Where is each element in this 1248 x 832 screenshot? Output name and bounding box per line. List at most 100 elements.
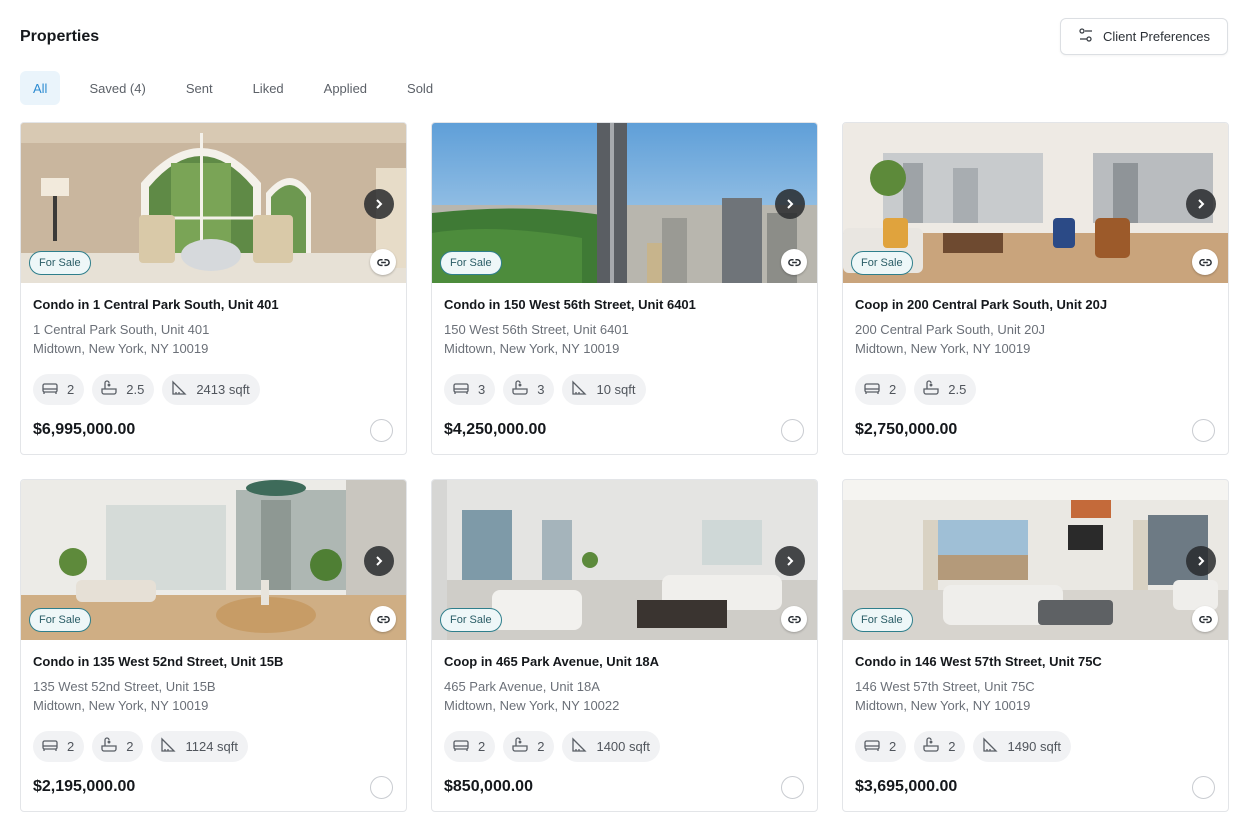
sqft-chip: 2413 sqft <box>162 374 260 405</box>
property-features: 2 2 1124 sqft <box>33 731 248 762</box>
sqft-value: 1124 sqft <box>185 739 238 754</box>
property-photo[interactable]: For Sale <box>432 123 817 283</box>
bath-icon <box>511 379 529 400</box>
bed-icon <box>863 736 881 757</box>
property-card[interactable]: For Sale Coop in 465 Park Avenue, Unit 1… <box>431 479 818 812</box>
property-neighborhood: Midtown, New York, NY 10019 <box>855 698 1031 713</box>
next-photo-button[interactable] <box>1186 546 1216 576</box>
next-photo-button[interactable] <box>364 189 394 219</box>
property-title[interactable]: Coop in 200 Central Park South, Unit 20J <box>855 297 1107 312</box>
copy-link-button[interactable] <box>781 606 807 632</box>
property-neighborhood: Midtown, New York, NY 10019 <box>33 698 209 713</box>
property-card[interactable]: For Sale Condo in 150 West 56th Street, … <box>431 122 818 455</box>
tab-all[interactable]: All <box>20 71 61 105</box>
sqft-value: 1490 sqft <box>1007 739 1061 754</box>
property-photo[interactable]: For Sale <box>432 480 817 640</box>
ruler-triangle-icon <box>170 379 188 400</box>
sliders-icon <box>1078 27 1094 46</box>
status-badge: For Sale <box>851 251 913 275</box>
bath-icon <box>922 736 940 757</box>
beds-value: 2 <box>67 382 75 397</box>
property-title[interactable]: Condo in 146 West 57th Street, Unit 75C <box>855 654 1102 669</box>
tab-liked[interactable]: Liked <box>240 71 297 105</box>
property-neighborhood: Midtown, New York, NY 10019 <box>855 341 1031 356</box>
status-badge: For Sale <box>440 251 502 275</box>
copy-link-button[interactable] <box>1192 249 1218 275</box>
property-title[interactable]: Coop in 465 Park Avenue, Unit 18A <box>444 654 659 669</box>
property-card[interactable]: For Sale Coop in 200 Central Park South,… <box>842 122 1229 455</box>
beds-value: 2 <box>889 739 897 754</box>
chevron-right-icon <box>1195 198 1207 210</box>
bed-icon <box>41 379 59 400</box>
property-price: $3,695,000.00 <box>855 778 958 795</box>
property-address: 150 West 56th Street, Unit 6401 <box>444 322 629 337</box>
next-photo-button[interactable] <box>1186 189 1216 219</box>
next-photo-button[interactable] <box>775 189 805 219</box>
sqft-chip: 1400 sqft <box>562 731 660 762</box>
baths-chip: 2.5 <box>914 374 977 405</box>
chevron-right-icon <box>373 555 385 567</box>
property-title[interactable]: Condo in 150 West 56th Street, Unit 6401 <box>444 297 696 312</box>
baths-value: 2 <box>126 739 134 754</box>
property-title[interactable]: Condo in 135 West 52nd Street, Unit 15B <box>33 654 283 669</box>
select-checkbox[interactable] <box>781 776 804 799</box>
link-icon <box>376 255 391 270</box>
property-photo[interactable]: For Sale <box>21 123 406 283</box>
property-address: 1 Central Park South, Unit 401 <box>33 322 210 337</box>
copy-link-button[interactable] <box>781 249 807 275</box>
baths-chip: 2 <box>914 731 966 762</box>
link-icon <box>1198 612 1213 627</box>
beds-chip: 2 <box>855 731 907 762</box>
sqft-value: 10 sqft <box>596 382 636 397</box>
select-checkbox[interactable] <box>1192 419 1215 442</box>
select-checkbox[interactable] <box>781 419 804 442</box>
status-badge: For Sale <box>440 608 502 632</box>
select-checkbox[interactable] <box>370 419 393 442</box>
copy-link-button[interactable] <box>370 249 396 275</box>
property-card[interactable]: For Sale Condo in 146 West 57th Street, … <box>842 479 1229 812</box>
beds-value: 2 <box>889 382 897 397</box>
property-photo[interactable]: For Sale <box>843 480 1228 640</box>
sqft-value: 2413 sqft <box>196 382 250 397</box>
property-card[interactable]: For Sale Condo in 1 Central Park South, … <box>20 122 407 455</box>
tab-saved[interactable]: Saved (4) <box>76 71 158 105</box>
property-address: 465 Park Avenue, Unit 18A <box>444 679 600 694</box>
property-price: $850,000.00 <box>444 778 533 795</box>
property-features: 2 2 1400 sqft <box>444 731 660 762</box>
select-checkbox[interactable] <box>370 776 393 799</box>
property-features: 2 2.5 <box>855 374 977 405</box>
select-checkbox[interactable] <box>1192 776 1215 799</box>
baths-value: 2 <box>948 739 956 754</box>
property-price: $2,750,000.00 <box>855 421 958 438</box>
bath-icon <box>100 736 118 757</box>
sqft-chip: 1124 sqft <box>151 731 248 762</box>
property-card[interactable]: For Sale Condo in 135 West 52nd Street, … <box>20 479 407 812</box>
sqft-chip: 10 sqft <box>562 374 646 405</box>
tab-applied[interactable]: Applied <box>311 71 380 105</box>
bed-icon <box>41 736 59 757</box>
property-features: 2 2 1490 sqft <box>855 731 1071 762</box>
property-features: 3 3 10 sqft <box>444 374 646 405</box>
next-photo-button[interactable] <box>775 546 805 576</box>
property-neighborhood: Midtown, New York, NY 10019 <box>33 341 209 356</box>
client-preferences-button[interactable]: Client Preferences <box>1060 18 1228 55</box>
property-neighborhood: Midtown, New York, NY 10019 <box>444 341 620 356</box>
property-photo[interactable]: For Sale <box>843 123 1228 283</box>
copy-link-button[interactable] <box>370 606 396 632</box>
link-icon <box>1198 255 1213 270</box>
property-photo[interactable]: For Sale <box>21 480 406 640</box>
beds-chip: 2 <box>33 731 85 762</box>
baths-value: 3 <box>537 382 545 397</box>
beds-chip: 3 <box>444 374 496 405</box>
tab-sold[interactable]: Sold <box>394 71 446 105</box>
link-icon <box>787 255 802 270</box>
chevron-right-icon <box>1195 555 1207 567</box>
property-features: 2 2.5 2413 sqft <box>33 374 260 405</box>
ruler-triangle-icon <box>570 379 588 400</box>
copy-link-button[interactable] <box>1192 606 1218 632</box>
beds-value: 3 <box>478 382 486 397</box>
tab-sent[interactable]: Sent <box>173 71 226 105</box>
property-title[interactable]: Condo in 1 Central Park South, Unit 401 <box>33 297 279 312</box>
next-photo-button[interactable] <box>364 546 394 576</box>
chevron-right-icon <box>784 555 796 567</box>
